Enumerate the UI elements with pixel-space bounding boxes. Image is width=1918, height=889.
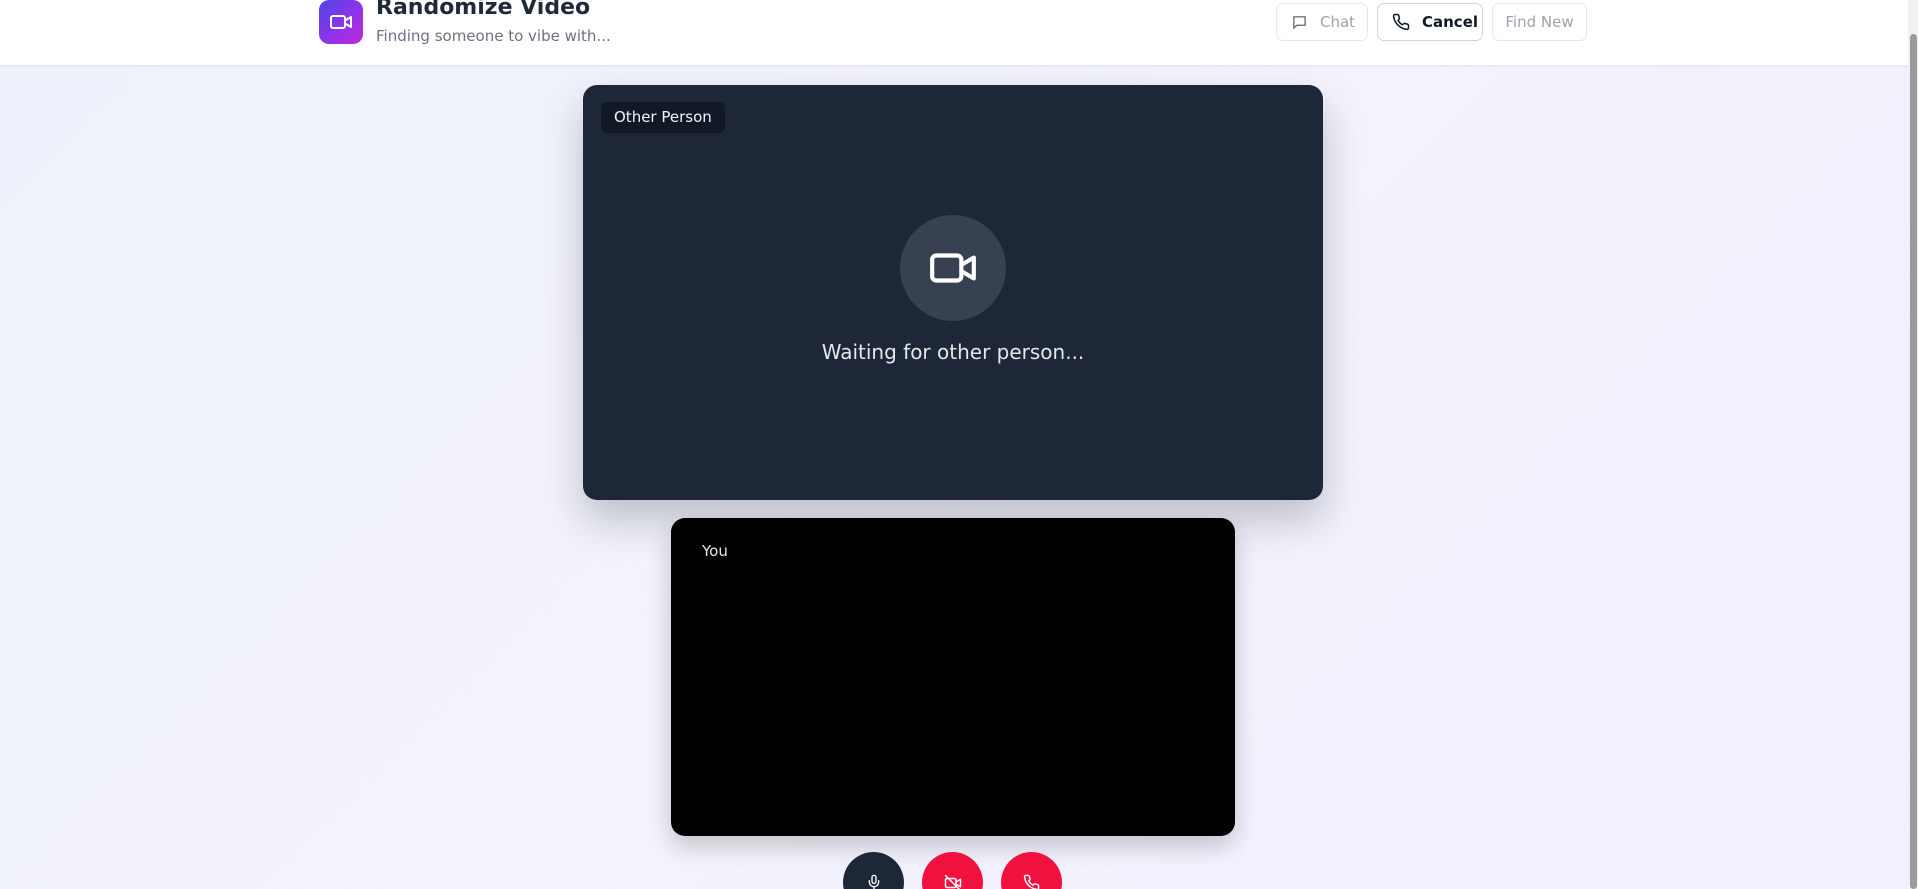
app-title: Randomize Video [376, 0, 591, 20]
remote-video-panel: Other Person Waiting for other person... [583, 85, 1323, 500]
mute-microphone-button[interactable] [843, 852, 904, 889]
toggle-camera-button[interactable] [922, 852, 983, 889]
phone-icon [1392, 13, 1410, 31]
phone-icon [1023, 874, 1040, 889]
vertical-scrollbar-thumb[interactable] [1910, 34, 1917, 889]
cancel-button[interactable]: Cancel [1377, 3, 1483, 41]
remote-video-label: Other Person [601, 102, 725, 133]
video-camera-icon [930, 253, 976, 283]
find-new-button-label: Find New [1505, 13, 1574, 31]
cancel-button-label: Cancel [1422, 13, 1479, 31]
local-video-label: You [702, 542, 728, 560]
microphone-icon [868, 874, 879, 889]
end-call-button[interactable] [1001, 852, 1062, 889]
chat-button[interactable]: Chat [1276, 3, 1368, 41]
remote-placeholder-avatar [900, 215, 1006, 321]
find-new-button[interactable]: Find New [1492, 3, 1587, 41]
chat-icon [1293, 15, 1306, 29]
app-subtitle: Finding someone to vibe with... [376, 27, 611, 45]
app-logo [319, 0, 363, 44]
top-bar: Randomize Video Finding someone to vibe … [0, 0, 1908, 66]
video-camera-icon [330, 15, 352, 29]
local-video-panel: You [671, 518, 1235, 836]
camera-off-icon [944, 874, 961, 889]
waiting-status-text: Waiting for other person... [821, 340, 1085, 364]
chat-button-label: Chat [1320, 13, 1356, 31]
